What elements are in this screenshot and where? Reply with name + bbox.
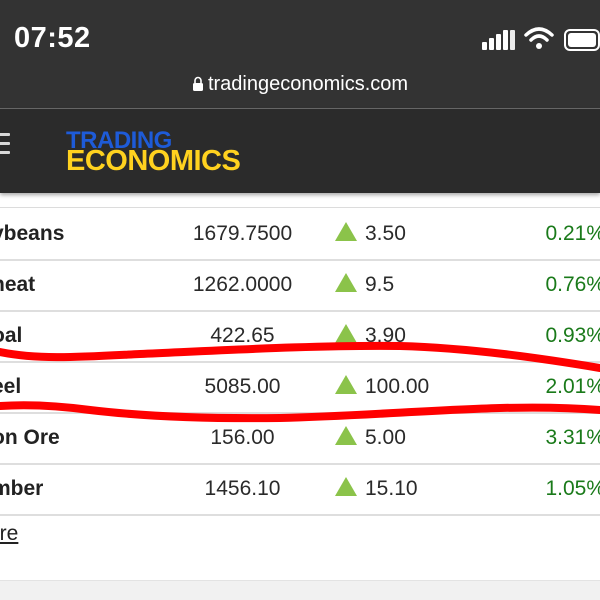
commodity-price: 1679.7500 (192, 222, 293, 245)
commodity-price: 5085.00 (204, 375, 281, 398)
up-arrow-icon (335, 310, 359, 361)
url-text: tradingeconomics.com (207, 72, 409, 95)
commodity-change: 3.90 (365, 324, 406, 347)
commodity-price: 1456.10 (204, 477, 281, 500)
commodity-change: 3.50 (365, 222, 406, 245)
up-arrow-icon (335, 463, 359, 514)
hamburger-menu-icon[interactable] (0, 133, 10, 157)
commodity-change: 15.10 (365, 477, 418, 500)
cropped-row (0, 193, 600, 208)
logo[interactable]: TRADING ECONOMICS (66, 129, 241, 177)
commodity-name[interactable]: on Ore (0, 412, 152, 463)
commodity-name[interactable]: heat (0, 259, 152, 310)
commodity-price: 1262.0000 (192, 273, 293, 296)
up-arrow-icon (335, 259, 359, 310)
table-row[interactable]: on Ore 156.00 5.00 3.31% (0, 412, 600, 465)
logo-line-2: ECONOMICS (66, 145, 241, 177)
cellular-signal-icon (482, 30, 515, 50)
commodity-name[interactable]: oal (0, 310, 152, 361)
commodity-pct: 0.93% (545, 324, 600, 347)
commodity-price: 422.65 (210, 324, 275, 347)
more-link[interactable]: ore (0, 522, 18, 546)
lock-icon (192, 76, 203, 91)
commodity-change: 100.00 (365, 375, 430, 398)
commodity-price: 156.00 (210, 426, 275, 449)
table-row[interactable]: heat 1262.0000 9.5 0.76% (0, 259, 600, 312)
clock: 07:52 (14, 22, 91, 54)
table-row[interactable]: mber 1456.10 15.10 1.05% (0, 463, 600, 516)
commodity-change: 9.5 (365, 273, 395, 296)
screen: 07:52 tradingeconomics.com TRADING ECONO… (0, 0, 600, 600)
wifi-icon (524, 27, 554, 49)
status-bar: 07:52 tradingeconomics.com (0, 0, 600, 108)
battery-icon (564, 29, 600, 51)
commodity-pct: 2.01% (545, 375, 600, 398)
commodity-name[interactable]: ybeans (0, 208, 152, 259)
site-header: TRADING ECONOMICS (0, 109, 600, 193)
commodity-pct: 3.31% (545, 426, 600, 449)
address-bar[interactable]: tradingeconomics.com (0, 66, 600, 102)
commodity-pct: 1.05% (545, 477, 600, 500)
commodity-pct: 0.21% (545, 222, 600, 245)
commodity-change: 5.00 (365, 426, 406, 449)
commodity-pct: 0.76% (545, 273, 600, 296)
table-row[interactable]: oal 422.65 3.90 0.93% (0, 310, 600, 363)
up-arrow-icon (335, 361, 359, 412)
commodities-table: ybeans 1679.7500 3.50 0.21% heat 1262.00… (0, 193, 600, 580)
table-row[interactable]: ybeans 1679.7500 3.50 0.21% (0, 208, 600, 261)
commodity-name[interactable]: eel (0, 361, 152, 412)
up-arrow-icon (335, 412, 359, 463)
page-footer-area (0, 580, 600, 600)
commodity-name[interactable]: mber (0, 463, 152, 514)
table-row[interactable]: eel 5085.00 100.00 2.01% (0, 361, 600, 414)
up-arrow-icon (335, 208, 359, 259)
